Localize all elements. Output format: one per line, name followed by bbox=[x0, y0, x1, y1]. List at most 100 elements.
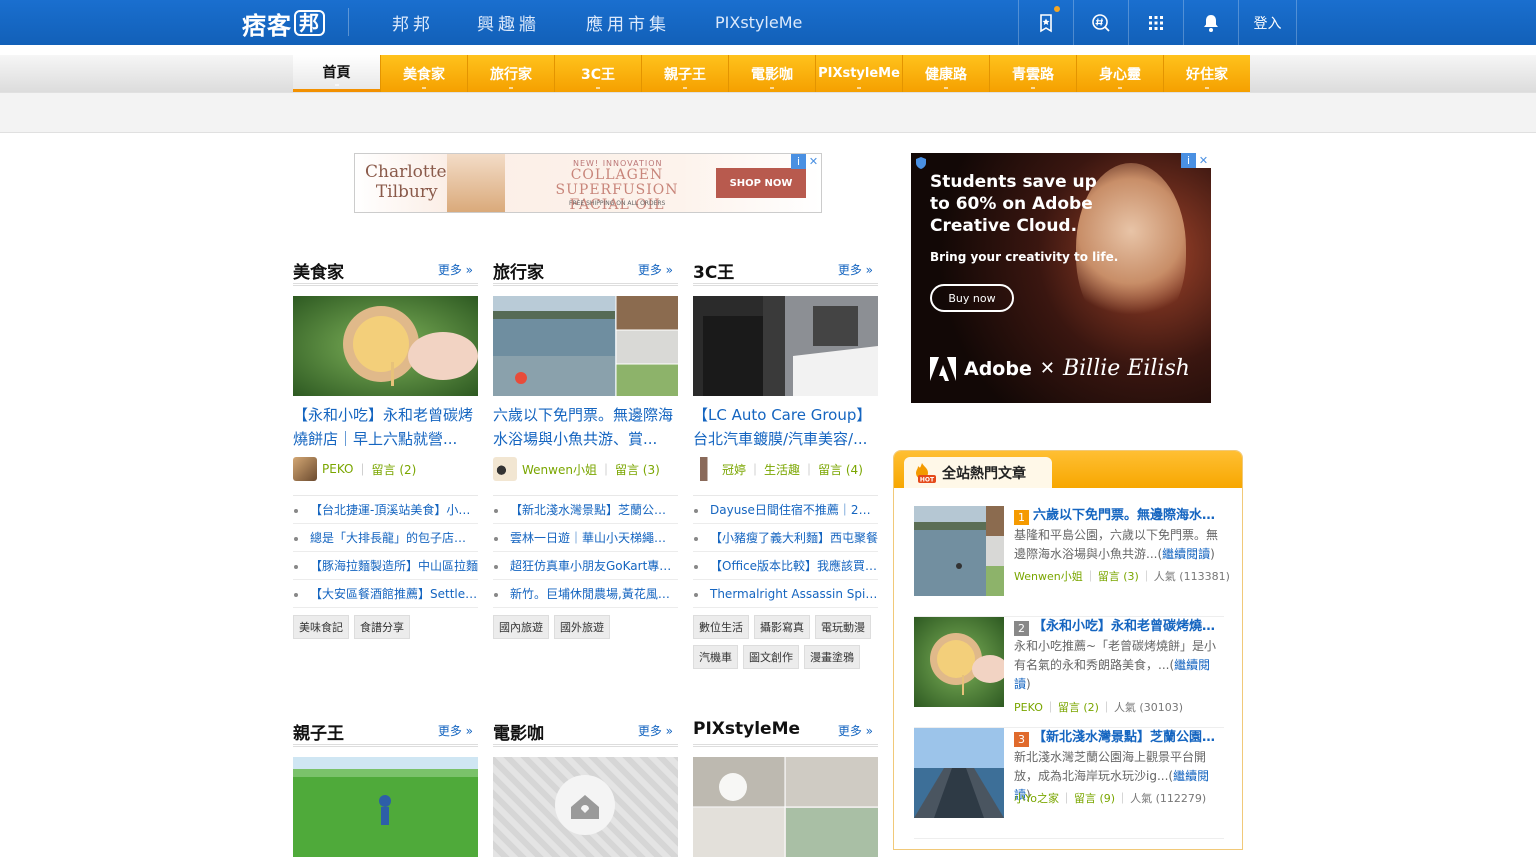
post-link[interactable]: 總是「大排長龍」的包子店！排隊 bbox=[293, 524, 478, 552]
ad-side-choices[interactable]: i ✕ bbox=[1181, 153, 1211, 168]
post-link[interactable]: 【小豬瘦了義大利麵】西屯聚餐 bbox=[693, 524, 878, 552]
post-section[interactable]: 生活趣 bbox=[764, 461, 800, 478]
post-link[interactable]: 【新北淺水灣景點】芝蘭公園海上觀景平台 bbox=[493, 496, 678, 524]
post-thumbnail[interactable] bbox=[293, 296, 478, 396]
ad-close-icon[interactable]: ✕ bbox=[806, 154, 821, 169]
post-link[interactable]: 【台北捷運-頂溪站美食】小品牌甜點 bbox=[293, 496, 478, 524]
tab-parenting[interactable]: 親子王 bbox=[641, 55, 728, 92]
tag[interactable]: 電玩動漫 bbox=[815, 615, 871, 639]
post-thumbnail[interactable] bbox=[693, 757, 878, 857]
author-avatar[interactable] bbox=[693, 457, 717, 481]
post-author[interactable]: Wenwen小姐 bbox=[522, 461, 597, 478]
side-ad[interactable]: Students save up to 60% on Adobe Creative … bbox=[911, 153, 1211, 403]
tag[interactable]: 國內旅遊 bbox=[493, 615, 549, 639]
meta-separator: ｜ bbox=[356, 462, 369, 477]
hot-article-thumbnail[interactable] bbox=[914, 617, 1004, 707]
section-more-link[interactable]: 更多 » bbox=[438, 722, 473, 739]
tab-food[interactable]: 美食家 bbox=[380, 55, 467, 92]
bookmark-star-button[interactable] bbox=[1018, 0, 1073, 45]
post-link[interactable]: Dayuse日間住宿不推薦｜2024 bbox=[693, 496, 878, 524]
post-link[interactable]: 【大安區餐酒館推薦】Settle Bistro bbox=[293, 580, 478, 608]
section-title[interactable]: 電影咖 bbox=[493, 719, 544, 744]
post-link[interactable]: 超狂仿真車小朋友GoKart專屬賽道 bbox=[493, 552, 678, 580]
post-thumbnail[interactable] bbox=[293, 757, 478, 857]
ad-buy-now-button[interactable]: Buy now bbox=[930, 284, 1014, 312]
hot-article-comments[interactable]: 留言 (2) bbox=[1058, 701, 1099, 714]
hot-article-comments[interactable]: 留言 (3) bbox=[1098, 570, 1139, 583]
section-more-link[interactable]: 更多 » bbox=[638, 261, 673, 278]
ad-side-info-icon[interactable]: i bbox=[1181, 153, 1196, 168]
post-thumbnail[interactable] bbox=[493, 296, 678, 396]
tab-travel[interactable]: 旅行家 bbox=[467, 55, 554, 92]
post-link[interactable]: 新竹。巨埔休閒農場,黃花風鈴木 bbox=[493, 580, 678, 608]
banner-ad[interactable]: Charlotte Tilbury NEW! INNOVATION COLLAG… bbox=[354, 153, 822, 213]
nav-interest-wall[interactable]: 興趣牆 bbox=[477, 0, 540, 45]
section-more-link[interactable]: 更多 » bbox=[838, 722, 873, 739]
ad-shop-now-button[interactable]: SHOP NOW bbox=[716, 168, 806, 198]
post-title[interactable]: 【LC Auto Care Group】台北汽車鍍膜/汽車美容/... bbox=[693, 403, 878, 451]
tag[interactable]: 漫畫塗鴉 bbox=[804, 645, 860, 669]
hot-article-thumbnail[interactable] bbox=[914, 728, 1004, 818]
author-avatar[interactable] bbox=[493, 457, 517, 481]
tag[interactable]: 國外旅遊 bbox=[554, 615, 610, 639]
post-link[interactable]: 【Office版本比較】我應該買哪個 bbox=[693, 552, 878, 580]
tab-3c[interactable]: 3C王 bbox=[554, 55, 641, 92]
tag[interactable]: 攝影寫真 bbox=[754, 615, 810, 639]
section-title[interactable]: PIXstyleMe bbox=[693, 719, 800, 739]
tab-mind-body[interactable]: 身心靈 bbox=[1076, 55, 1163, 92]
nav-app-market[interactable]: 應用市集 bbox=[586, 0, 670, 45]
post-link[interactable]: 【豚海拉麵製造所】中山區拉麵 bbox=[293, 552, 478, 580]
section-title[interactable]: 旅行家 bbox=[493, 258, 544, 283]
post-link[interactable]: Thermalright Assassin Spirit 120 bbox=[693, 580, 878, 608]
tab-health[interactable]: 健康路 bbox=[902, 55, 989, 92]
section-more-link[interactable]: 更多 » bbox=[438, 261, 473, 278]
hashtag-search-button[interactable] bbox=[1073, 0, 1128, 45]
apps-grid-button[interactable] bbox=[1128, 0, 1183, 45]
login-button[interactable]: 登入 bbox=[1238, 0, 1297, 45]
tag[interactable]: 美味食記 bbox=[293, 615, 349, 639]
section-header: 旅行家 更多 » bbox=[493, 253, 678, 286]
section-title[interactable]: 3C王 bbox=[693, 258, 734, 283]
post-thumbnail-placeholder[interactable] bbox=[493, 757, 678, 857]
section-more-link[interactable]: 更多 » bbox=[838, 261, 873, 278]
hot-article-author[interactable]: Wenwen小姐 bbox=[1014, 570, 1083, 583]
hot-article-title[interactable]: 【永和小吃】永和老曾碳烤燒餅店 bbox=[1033, 617, 1218, 637]
post-author[interactable]: PEKO bbox=[322, 462, 353, 476]
section-title[interactable]: 親子王 bbox=[293, 719, 344, 744]
post-comments[interactable]: 留言 (2) bbox=[372, 461, 417, 478]
post-title[interactable]: 【永和小吃】永和老曾碳烤燒餅店｜早上六點就營... bbox=[293, 403, 478, 451]
tab-home-living[interactable]: 好住家 bbox=[1163, 55, 1250, 92]
tab-career[interactable]: 青雲路 bbox=[989, 55, 1076, 92]
tag[interactable]: 汽機車 bbox=[693, 645, 738, 669]
post-link[interactable]: 雲林一日遊｜華山小天梯繩索吊橋 bbox=[493, 524, 678, 552]
tab-movies[interactable]: 電影咖 bbox=[728, 55, 815, 92]
tag[interactable]: 圖文創作 bbox=[743, 645, 799, 669]
post-author[interactable]: 冠婷 bbox=[722, 461, 746, 478]
section-more-link[interactable]: 更多 » bbox=[638, 722, 673, 739]
tag[interactable]: 食譜分享 bbox=[354, 615, 410, 639]
hot-article-comments[interactable]: 留言 (9) bbox=[1074, 792, 1115, 805]
author-avatar[interactable] bbox=[293, 457, 317, 481]
hot-article-author[interactable]: PEKO bbox=[1014, 701, 1043, 714]
tab-pixstyleme[interactable]: PIXstyleMe bbox=[815, 55, 902, 92]
ad-info-icon[interactable]: i bbox=[791, 154, 806, 169]
ad-side-close-icon[interactable]: ✕ bbox=[1196, 153, 1211, 168]
tag[interactable]: 數位生活 bbox=[693, 615, 749, 639]
section-title[interactable]: 美食家 bbox=[293, 258, 344, 283]
hot-article-title[interactable]: 六歲以下免門票。無邊際海水浴場 bbox=[1033, 506, 1218, 526]
post-title[interactable]: 六歲以下免門票。無邊際海水浴場與小魚共游、賞... bbox=[493, 403, 678, 451]
post-comments[interactable]: 留言 (3) bbox=[615, 461, 660, 478]
tab-home[interactable]: 首頁 bbox=[293, 55, 380, 92]
hot-article-thumbnail[interactable] bbox=[914, 506, 1004, 596]
post-thumbnail[interactable] bbox=[693, 296, 878, 396]
hot-article-popularity: 人氣 (113381) bbox=[1153, 570, 1230, 583]
notifications-button[interactable] bbox=[1183, 0, 1238, 45]
post-comments[interactable]: 留言 (4) bbox=[818, 461, 863, 478]
hot-article-author[interactable]: 小Yo之家 bbox=[1014, 792, 1059, 805]
nav-pixstyleme[interactable]: PIXstyleMe bbox=[715, 0, 802, 45]
ad-choices[interactable]: i ✕ bbox=[791, 154, 821, 169]
read-more-link[interactable]: 繼續閱讀 bbox=[1162, 547, 1210, 561]
nav-bangbang[interactable]: 邦邦 bbox=[392, 0, 434, 45]
pixnet-logo[interactable]: 痞客邦 bbox=[242, 8, 325, 40]
hot-article-title[interactable]: 【新北淺水灣景點】芝蘭公園海上觀景 bbox=[1033, 728, 1218, 748]
